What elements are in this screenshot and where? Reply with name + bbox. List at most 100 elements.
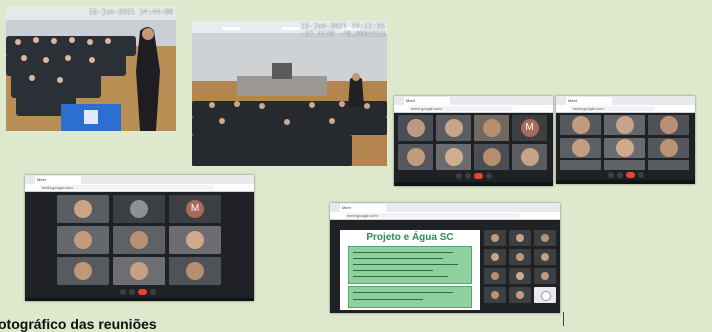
- mic-button[interactable]: [456, 173, 462, 179]
- participant-tile: [169, 257, 221, 285]
- auditorium-photo-2: 15-jun-2021 15:12:35 -27,3178 -48,699431…: [192, 21, 387, 166]
- end-call-button[interactable]: [626, 172, 635, 178]
- participant-video-icon: [482, 119, 501, 137]
- participant-video-icon: [186, 262, 204, 280]
- participant-tile: [57, 195, 109, 223]
- participant-video-icon: [491, 272, 499, 280]
- participant-tile: [474, 115, 509, 141]
- participant-video-icon: [571, 116, 590, 134]
- participant-tile: [113, 257, 165, 285]
- more-options-button[interactable]: [150, 289, 156, 295]
- participant-video-icon: [491, 291, 499, 299]
- browser-tab[interactable]: Meet: [340, 204, 386, 212]
- address-bar: meet.google.com: [330, 212, 560, 220]
- photo-caption: otográfico das reuniões: [0, 316, 157, 332]
- browser-tabstrip: Meet: [330, 203, 560, 212]
- participant-tile: [534, 230, 556, 246]
- participant-video-icon: [516, 253, 524, 261]
- participant-tile: [474, 144, 509, 170]
- auditorium-photo-1-image: [6, 6, 176, 131]
- meet-window-5: Meet meet.google.com M: [25, 175, 254, 301]
- url-field[interactable]: meet.google.com: [570, 106, 655, 111]
- address-bar: meet.google.com: [556, 105, 695, 113]
- browser-tab[interactable]: Meet: [35, 176, 81, 184]
- meeting-controls: [556, 170, 695, 180]
- participant-avatar: M: [186, 200, 204, 218]
- participant-tile: [436, 115, 471, 141]
- meeting-controls: [25, 286, 254, 298]
- slide-title-line1: Projeto e: [366, 232, 410, 243]
- participant-tile: [560, 160, 601, 170]
- participant-video-icon: [659, 139, 678, 157]
- end-call-button[interactable]: [138, 289, 147, 295]
- slide-text-line: [353, 270, 433, 271]
- address-bar: meet.google.com: [394, 105, 553, 113]
- participant-tile: [604, 115, 645, 135]
- auditorium-photo-1: 15-jun-2021 14:44:08: [6, 6, 176, 131]
- participant-tile: M: [169, 195, 221, 223]
- camera-button[interactable]: [465, 173, 471, 179]
- url-field[interactable]: meet.google.com: [408, 106, 513, 111]
- end-call-button[interactable]: [474, 173, 483, 179]
- photo-1-timestamp: 15-jun-2021 14:44:08: [88, 8, 173, 16]
- divider-line: [563, 312, 564, 326]
- participant-tile: [398, 144, 433, 170]
- participant-tile: [57, 257, 109, 285]
- slide-title-line2: Água SC: [411, 232, 454, 243]
- participant-tile: [169, 226, 221, 254]
- browser-tabstrip: Meet: [556, 96, 695, 105]
- participant-video-icon: [74, 231, 92, 249]
- more-options-button[interactable]: [486, 173, 492, 179]
- participant-video-icon: [406, 148, 425, 166]
- participant-tile: [484, 287, 506, 303]
- camera-button[interactable]: [129, 289, 135, 295]
- meeting-controls: [394, 170, 553, 182]
- meet-window-4: Meet meet.google.com: [556, 96, 695, 184]
- participant-video-icon: [541, 272, 549, 280]
- browser-tabstrip: Meet: [25, 175, 254, 184]
- url-field[interactable]: meet.google.com: [344, 213, 520, 218]
- participant-tile: [604, 138, 645, 158]
- photo-2-coordinates: -27,3178 -48,6994313: [300, 30, 385, 38]
- participant-video-icon: [444, 119, 463, 137]
- participant-video-icon: [659, 116, 678, 134]
- participant-tile: [436, 144, 471, 170]
- os-taskbar: [556, 180, 695, 184]
- meet-window-6: Meet meet.google.com Projeto e Água SC: [330, 203, 560, 313]
- os-taskbar: [25, 298, 254, 301]
- participant-video-icon: [406, 119, 425, 137]
- participant-tile: [509, 268, 531, 284]
- participant-video-icon: [130, 231, 148, 249]
- more-options-button[interactable]: [638, 172, 644, 178]
- participant-video-icon: [615, 116, 634, 134]
- presentation-slide: Projeto e Água SC: [340, 230, 480, 310]
- url-field[interactable]: meet.google.com: [39, 185, 214, 190]
- participant-video-icon: [615, 139, 634, 157]
- participant-video-icon: [186, 231, 204, 249]
- address-bar: meet.google.com: [25, 184, 254, 192]
- mic-button[interactable]: [608, 172, 614, 178]
- participant-tile: [509, 287, 531, 303]
- participant-avatar: M: [520, 119, 539, 137]
- participant-video-icon: [74, 262, 92, 280]
- browser-tab[interactable]: Meet: [566, 97, 612, 105]
- camera-button[interactable]: [617, 172, 623, 178]
- participant-tile: [484, 268, 506, 284]
- slide-title: Projeto e Água SC: [340, 232, 480, 243]
- photo-2-timestamp: 15-jun-2021 15:12:35: [300, 22, 385, 30]
- participant-video-icon: [520, 148, 539, 166]
- auditorium-photo-2-image: [192, 21, 387, 166]
- meet-window-3: Meet meet.google.com M: [394, 96, 553, 186]
- participant-tile: [648, 160, 689, 170]
- participant-video-icon: [482, 148, 501, 166]
- participant-tile: [398, 115, 433, 141]
- participant-video-icon: [516, 272, 524, 280]
- mic-button[interactable]: [120, 289, 126, 295]
- participant-video-icon: [491, 234, 499, 242]
- browser-tab[interactable]: Meet: [404, 97, 450, 105]
- participant-tile: [604, 160, 645, 170]
- participant-tile: [484, 249, 506, 265]
- slide-text-line: [353, 276, 448, 277]
- participant-video-icon: [130, 262, 148, 280]
- participant-video-icon: [541, 253, 549, 261]
